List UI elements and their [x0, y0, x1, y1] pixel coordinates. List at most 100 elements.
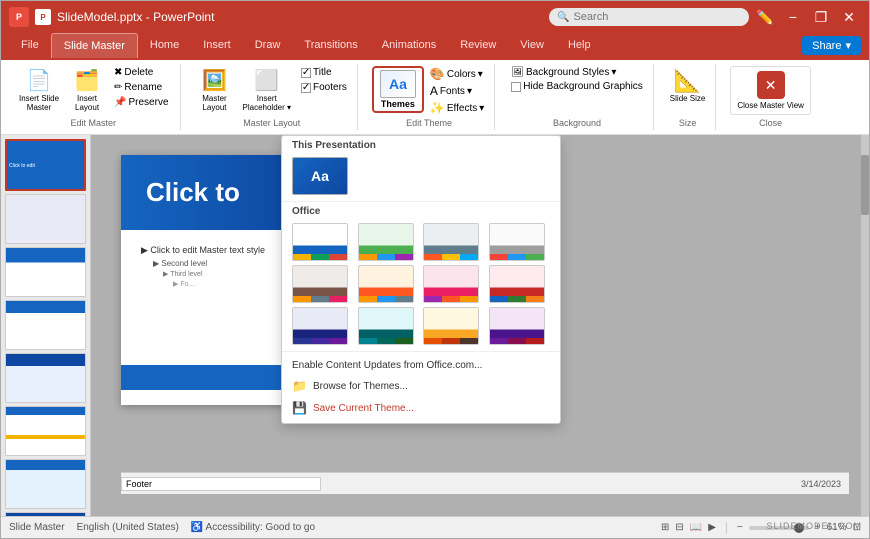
background-group-label: Background	[553, 118, 601, 128]
fonts-button[interactable]: A Fonts ▾	[428, 83, 486, 99]
slide-thumbnail-3[interactable]	[5, 247, 86, 297]
close-items: ✕ Close Master View	[730, 66, 811, 116]
insert-placeholder-icon: ⬜	[254, 68, 279, 93]
view-slideshow-icon[interactable]: ▶	[708, 522, 716, 533]
footers-checkbox[interactable]: ✓ Footers	[299, 81, 349, 94]
tab-draw[interactable]: Draw	[243, 33, 293, 58]
theme-cell-3[interactable]	[423, 223, 479, 261]
edit-small-buttons: ✖ Delete ✏ Rename 📌 Preserve	[111, 66, 171, 109]
effects-button[interactable]: ✨ Effects ▾	[428, 100, 486, 116]
delete-button[interactable]: ✖ Delete	[111, 66, 171, 79]
save-current-theme-item[interactable]: 💾 Save Current Theme...	[282, 397, 560, 419]
bg-options: 🖼 Background Styles ▾ Hide Background Gr…	[509, 66, 645, 93]
theme-cell-5[interactable]	[292, 265, 348, 303]
slide-thumbnail-1[interactable]: Click to edit	[5, 139, 86, 191]
preserve-button[interactable]: 📌 Preserve	[111, 96, 171, 109]
layout-checks: ✓ Title ✓ Footers	[299, 66, 349, 94]
tab-review[interactable]: Review	[448, 33, 508, 58]
theme-options: 🎨 Colors ▾ A Fonts ▾ ✨ Effects ▾	[428, 66, 486, 116]
colors-icon: 🎨	[430, 67, 445, 81]
tab-home[interactable]: Home	[138, 33, 191, 58]
master-layout-label: MasterLayout	[202, 94, 226, 112]
slide-thumbnail-8[interactable]	[5, 512, 86, 516]
slide-thumb-wrapper-8: 8	[5, 512, 86, 516]
canvas-scrollbar[interactable]	[861, 135, 869, 516]
title-check-box: ✓	[301, 68, 311, 78]
rename-button[interactable]: ✏ Rename	[111, 81, 171, 94]
view-normal-icon[interactable]: ⊞	[661, 522, 669, 533]
rename-label: Rename	[124, 82, 162, 93]
themes-label: Themes	[381, 99, 415, 109]
theme-cell-9[interactable]	[292, 307, 348, 345]
slide-size-button[interactable]: 📐 Slide Size	[668, 66, 708, 105]
slide-footer-inputs: 3/14/2023	[121, 472, 849, 494]
themes-grid	[292, 223, 550, 345]
theme-cell-11[interactable]	[423, 307, 479, 345]
restore-button[interactable]: ❐	[809, 5, 833, 29]
status-left: Slide Master English (United States) ♿ A…	[9, 522, 315, 533]
theme-cell-10[interactable]	[358, 307, 414, 345]
slide-preview-4	[6, 301, 85, 349]
current-theme-preview[interactable]: Aa	[292, 157, 348, 195]
tab-view[interactable]: View	[508, 33, 556, 58]
slide-thumbnail-5[interactable]	[5, 353, 86, 403]
size-items: 📐 Slide Size	[668, 66, 708, 116]
title-checkbox[interactable]: ✓ Title	[299, 66, 349, 79]
slide-thumbnail-6[interactable]	[5, 406, 86, 456]
master-layout-button[interactable]: 🖼️ MasterLayout	[195, 66, 235, 114]
slide-thumbnail-4[interactable]	[5, 300, 86, 350]
insert-layout-icon: 🗂️	[75, 68, 100, 93]
browse-themes-item[interactable]: 📁 Browse for Themes...	[282, 375, 560, 397]
view-reading-icon[interactable]: 📖	[690, 522, 702, 533]
scrollbar-thumb[interactable]	[861, 155, 869, 215]
minimize-button[interactable]: −	[781, 5, 805, 29]
tab-animations[interactable]: Animations	[370, 33, 448, 58]
tab-help[interactable]: Help	[556, 33, 603, 58]
insert-slide-master-button[interactable]: 📄 Insert SlideMaster	[15, 66, 63, 114]
insert-layout-button[interactable]: 🗂️ InsertLayout	[67, 66, 107, 114]
close-button[interactable]: ✕	[837, 5, 861, 29]
effects-label: Effects	[447, 103, 477, 114]
search-input[interactable]	[573, 11, 713, 23]
theme-cell-4[interactable]	[489, 223, 545, 261]
hide-bg-button[interactable]: Hide Background Graphics	[509, 80, 645, 93]
preserve-icon: 📌	[114, 97, 126, 108]
delete-label: Delete	[124, 67, 153, 78]
view-sorter-icon[interactable]: ⊟	[675, 522, 683, 533]
colors-button[interactable]: 🎨 Colors ▾	[428, 66, 486, 82]
tab-file[interactable]: File	[9, 33, 51, 58]
app-icon: P	[9, 7, 29, 27]
insert-layout-label: InsertLayout	[75, 94, 99, 112]
colors-label: Colors	[447, 69, 476, 80]
themes-letter: Aa	[389, 76, 407, 92]
theme-cell-2[interactable]	[358, 223, 414, 261]
insert-placeholder-button[interactable]: ⬜ InsertPlaceholder ▾	[239, 66, 296, 114]
slide-preview-2	[6, 195, 85, 243]
zoom-out-button[interactable]: −	[737, 522, 743, 533]
enable-updates-item[interactable]: Enable Content Updates from Office.com..…	[282, 356, 560, 375]
edit-master-label: Edit Master	[70, 118, 116, 128]
enable-updates-label: Enable Content Updates from Office.com..…	[292, 360, 482, 371]
slide-thumb-wrapper-5: 5	[5, 353, 86, 403]
edit-master-group: 📄 Insert SlideMaster 🗂️ InsertLayout ✖ D…	[7, 64, 181, 130]
slide-thumbnail-2[interactable]	[5, 194, 86, 244]
background-styles-button[interactable]: 🖼 Background Styles ▾	[509, 66, 645, 79]
tab-insert[interactable]: Insert	[191, 33, 243, 58]
master-layout-group-label: Master Layout	[243, 118, 300, 128]
themes-button[interactable]: Aa Themes	[372, 66, 424, 113]
theme-cell-12[interactable]	[489, 307, 545, 345]
tab-slide-master[interactable]: Slide Master	[51, 33, 138, 58]
share-button[interactable]: Share ▾	[802, 36, 861, 55]
themes-grid-container	[282, 219, 560, 351]
footer-text-input[interactable]	[121, 477, 321, 491]
theme-cell-6[interactable]	[358, 265, 414, 303]
accessibility-icon: ♿	[191, 522, 203, 533]
search-icon: 🔍	[557, 12, 569, 23]
close-master-view-button[interactable]: ✕ Close Master View	[730, 66, 811, 115]
tab-transitions[interactable]: Transitions	[292, 33, 369, 58]
theme-cell-1[interactable]	[292, 223, 348, 261]
theme-cell-8[interactable]	[489, 265, 545, 303]
slide-thumbnail-7[interactable]	[5, 459, 86, 509]
theme-cell-7[interactable]	[423, 265, 479, 303]
search-bar[interactable]: 🔍	[549, 8, 749, 26]
